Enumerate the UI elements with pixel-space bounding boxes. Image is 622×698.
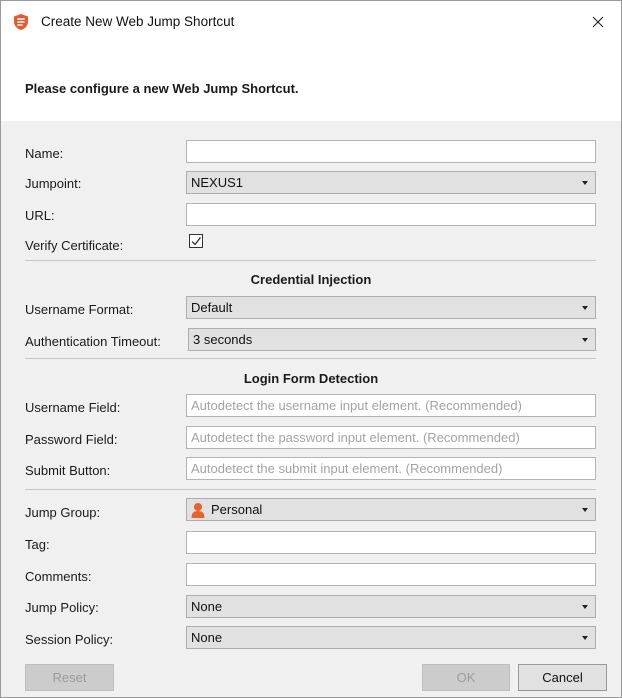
- chevron-down-icon: [582, 306, 588, 310]
- dialog-window: Create New Web Jump Shortcut Please conf…: [0, 0, 622, 698]
- session-policy-select[interactable]: None: [186, 626, 596, 649]
- verify-certificate-label: Verify Certificate:: [25, 238, 124, 253]
- submit-button-input[interactable]: [186, 457, 596, 480]
- name-input[interactable]: [186, 140, 596, 163]
- close-button[interactable]: [575, 1, 621, 43]
- ok-button[interactable]: OK: [422, 664, 510, 691]
- submit-button-label: Submit Button:: [25, 463, 111, 478]
- jumpoint-select[interactable]: NEXUS1: [186, 171, 596, 194]
- cancel-button[interactable]: Cancel: [518, 664, 607, 691]
- username-field-input[interactable]: [186, 394, 596, 417]
- password-field-label: Password Field:: [25, 432, 118, 447]
- url-label: URL:: [25, 208, 55, 223]
- jumpoint-label: Jumpoint:: [25, 176, 82, 191]
- jump-group-value: Personal: [211, 502, 263, 517]
- title-bar: Create New Web Jump Shortcut: [1, 1, 621, 43]
- chevron-down-icon: [582, 636, 588, 640]
- url-input[interactable]: [186, 203, 596, 226]
- header-panel: Please configure a new Web Jump Shortcut…: [1, 43, 621, 121]
- app-shield-icon: [14, 14, 28, 30]
- chevron-down-icon: [582, 181, 588, 185]
- separator: [25, 358, 596, 359]
- tag-label: Tag:: [25, 537, 50, 552]
- jump-group-select[interactable]: Personal: [186, 498, 596, 521]
- separator: [25, 489, 596, 490]
- jump-policy-label: Jump Policy:: [25, 600, 99, 615]
- separator: [25, 260, 596, 261]
- comments-input[interactable]: [186, 563, 596, 586]
- session-policy-value: None: [191, 630, 223, 645]
- dialog-heading: Please configure a new Web Jump Shortcut…: [25, 81, 299, 96]
- auth-timeout-label: Authentication Timeout:: [25, 334, 161, 349]
- username-field-label: Username Field:: [25, 400, 121, 415]
- tag-input[interactable]: [186, 531, 596, 554]
- auth-timeout-value: 3 seconds: [193, 332, 253, 347]
- person-icon: [191, 503, 205, 518]
- reset-button[interactable]: Reset: [25, 664, 114, 691]
- auth-timeout-select[interactable]: 3 seconds: [188, 328, 596, 351]
- username-format-select[interactable]: Default: [186, 296, 596, 319]
- chevron-down-icon: [582, 338, 588, 342]
- password-field-input[interactable]: [186, 426, 596, 449]
- session-policy-label: Session Policy:: [25, 632, 114, 647]
- name-label: Name:: [25, 146, 64, 161]
- chevron-down-icon: [582, 508, 588, 512]
- jump-policy-value: None: [191, 599, 223, 614]
- jumpoint-value: NEXUS1: [191, 175, 244, 190]
- verify-certificate-checkbox[interactable]: [189, 234, 203, 248]
- jump-policy-select[interactable]: None: [186, 595, 596, 618]
- chevron-down-icon: [582, 605, 588, 609]
- credential-injection-title: Credential Injection: [250, 272, 372, 287]
- username-format-value: Default: [191, 300, 233, 315]
- close-icon: [592, 16, 604, 28]
- checkmark-icon: [191, 237, 201, 246]
- username-format-label: Username Format:: [25, 302, 134, 317]
- jump-group-label: Jump Group:: [25, 505, 101, 520]
- login-form-detection-title: Login Form Detection: [243, 371, 379, 386]
- comments-label: Comments:: [25, 569, 92, 584]
- window-title: Create New Web Jump Shortcut: [41, 14, 235, 29]
